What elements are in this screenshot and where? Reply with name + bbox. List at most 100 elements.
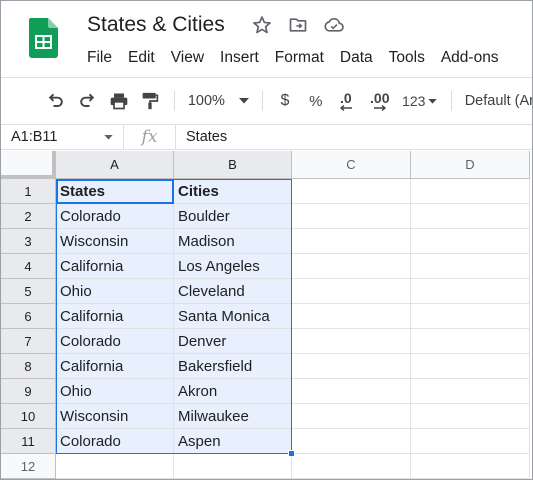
cell-a5[interactable]: Ohio: [56, 279, 174, 304]
percent-format-button[interactable]: %: [298, 87, 334, 115]
column-header-b[interactable]: B: [174, 151, 292, 179]
cell-b6[interactable]: Santa Monica: [174, 304, 292, 329]
row-header-6[interactable]: 6: [1, 304, 56, 329]
row-header-2[interactable]: 2: [1, 204, 56, 229]
row-header-11[interactable]: 11: [1, 429, 56, 454]
cell-c12[interactable]: [292, 454, 411, 479]
cell-c11[interactable]: [292, 429, 411, 454]
cell-a10[interactable]: Wisconsin: [56, 404, 174, 429]
toolbar-divider: [450, 91, 452, 111]
paint-format-icon[interactable]: [135, 87, 165, 115]
more-formats-label: 123: [402, 93, 426, 109]
column-header-a[interactable]: A: [56, 151, 174, 179]
cell-a1[interactable]: States: [56, 179, 174, 204]
cell-a3[interactable]: Wisconsin: [56, 229, 174, 254]
cell-d3[interactable]: [411, 229, 530, 254]
cell-d12[interactable]: [411, 454, 530, 479]
row-header-4[interactable]: 4: [1, 254, 56, 279]
chevron-down-icon: [428, 98, 438, 104]
cell-c5[interactable]: [292, 279, 411, 304]
star-icon[interactable]: [251, 14, 273, 36]
cell-d5[interactable]: [411, 279, 530, 304]
cell-b10[interactable]: Milwaukee: [174, 404, 292, 429]
cell-d1[interactable]: [411, 179, 530, 204]
cell-b9[interactable]: Akron: [174, 379, 292, 404]
cell-d10[interactable]: [411, 404, 530, 429]
cell-a9[interactable]: Ohio: [56, 379, 174, 404]
cell-b7[interactable]: Denver: [174, 329, 292, 354]
cell-c9[interactable]: [292, 379, 411, 404]
undo-icon[interactable]: [41, 87, 71, 115]
cell-b5[interactable]: Cleveland: [174, 279, 292, 304]
cell-b1[interactable]: Cities: [174, 179, 292, 204]
row-header-7[interactable]: 7: [1, 329, 56, 354]
cell-a7[interactable]: Colorado: [56, 329, 174, 354]
arrow-left-icon: [339, 104, 352, 111]
menu-insert[interactable]: Insert: [212, 47, 267, 69]
name-box-value: A1:B11: [11, 129, 58, 145]
cell-c2[interactable]: [292, 204, 411, 229]
cell-a6[interactable]: California: [56, 304, 174, 329]
cloud-saved-icon[interactable]: [323, 14, 345, 36]
zoom-select[interactable]: 100%: [184, 87, 253, 115]
cell-b11[interactable]: Aspen: [174, 429, 292, 454]
header-divider: [1, 77, 532, 78]
cell-b3[interactable]: Madison: [174, 229, 292, 254]
cell-c1[interactable]: [292, 179, 411, 204]
move-to-folder-icon[interactable]: [287, 14, 309, 36]
cell-d8[interactable]: [411, 354, 530, 379]
increase-decimal-button[interactable]: .00: [362, 87, 398, 115]
cell-c3[interactable]: [292, 229, 411, 254]
fill-handle[interactable]: [288, 450, 295, 457]
decrease-decimal-button[interactable]: .0: [334, 87, 358, 115]
cell-a12[interactable]: [56, 454, 174, 479]
cell-b4[interactable]: Los Angeles: [174, 254, 292, 279]
column-header-c[interactable]: C: [292, 151, 411, 179]
menu-file[interactable]: File: [79, 47, 120, 69]
row-header-5[interactable]: 5: [1, 279, 56, 304]
print-icon[interactable]: [103, 87, 135, 115]
row-header-3[interactable]: 3: [1, 229, 56, 254]
menu-data[interactable]: Data: [332, 47, 381, 69]
cell-b2[interactable]: Boulder: [174, 204, 292, 229]
currency-format-button[interactable]: $: [272, 87, 298, 115]
menu-tools[interactable]: Tools: [381, 47, 433, 69]
name-box[interactable]: A1:B11: [1, 125, 124, 149]
toolbar: 100% $ % .0 .00 123 Default (Ar: [1, 85, 532, 117]
row-header-10[interactable]: 10: [1, 404, 56, 429]
formula-input[interactable]: States: [176, 129, 227, 145]
cell-a11[interactable]: Colorado: [56, 429, 174, 454]
row-header-1[interactable]: 1: [1, 179, 56, 204]
cell-d9[interactable]: [411, 379, 530, 404]
more-formats-button[interactable]: 123: [398, 87, 442, 115]
cell-d2[interactable]: [411, 204, 530, 229]
menu-addons[interactable]: Add-ons: [433, 47, 507, 69]
menu-view[interactable]: View: [163, 47, 212, 69]
menu-edit[interactable]: Edit: [120, 47, 163, 69]
cell-b12[interactable]: [174, 454, 292, 479]
cell-c4[interactable]: [292, 254, 411, 279]
row-header-12[interactable]: 12: [1, 454, 56, 479]
toolbar-divider: [173, 91, 175, 111]
cell-d4[interactable]: [411, 254, 530, 279]
select-all-corner[interactable]: [1, 151, 56, 179]
sheets-logo-icon[interactable]: [29, 18, 58, 58]
cell-a8[interactable]: California: [56, 354, 174, 379]
cell-d7[interactable]: [411, 329, 530, 354]
font-select[interactable]: Default (Ar: [461, 87, 532, 115]
cell-d6[interactable]: [411, 304, 530, 329]
cell-c7[interactable]: [292, 329, 411, 354]
redo-icon[interactable]: [71, 87, 103, 115]
column-header-d[interactable]: D: [411, 151, 530, 179]
document-title[interactable]: States & Cities: [87, 13, 225, 37]
cell-c10[interactable]: [292, 404, 411, 429]
cell-a4[interactable]: California: [56, 254, 174, 279]
row-header-9[interactable]: 9: [1, 379, 56, 404]
row-header-8[interactable]: 8: [1, 354, 56, 379]
cell-c8[interactable]: [292, 354, 411, 379]
cell-a2[interactable]: Colorado: [56, 204, 174, 229]
cell-c6[interactable]: [292, 304, 411, 329]
cell-b8[interactable]: Bakersfield: [174, 354, 292, 379]
cell-d11[interactable]: [411, 429, 530, 454]
menu-format[interactable]: Format: [267, 47, 332, 69]
